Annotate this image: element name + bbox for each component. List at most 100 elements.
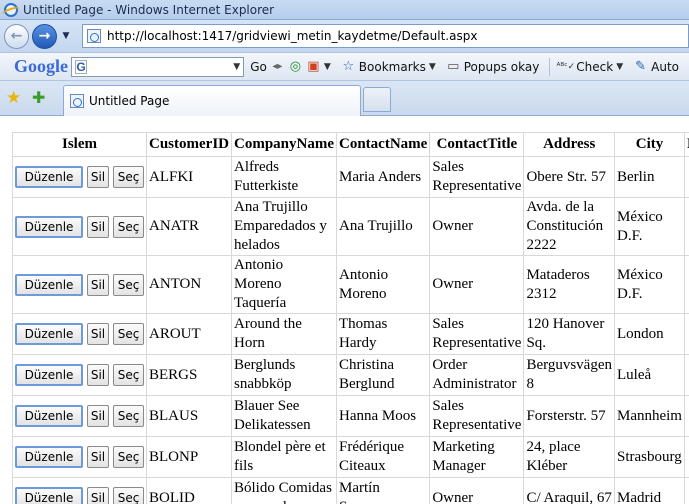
edit-button[interactable]: Düzenle [15,364,83,386]
address-bar[interactable]: http://localhost:1417/gridviewi_metin_ka… [82,24,689,48]
cell-customerid: ANTON [146,255,232,314]
go-label: Go [250,59,267,74]
google-logo-text: Google [14,56,68,76]
header-islem: Islem [12,132,147,157]
select-button[interactable]: Seç [113,405,144,427]
edit-button[interactable]: Düzenle [15,405,83,427]
delete-button[interactable]: Sil [87,446,109,468]
cell-address: 120 Hanover Sq. [523,313,615,355]
delete-button[interactable]: Sil [87,273,109,296]
table-row: DüzenleSilSeçBOLIDBólido Comidas prepara… [12,477,689,504]
select-button[interactable]: Seç [113,487,144,504]
tab-untitled-page[interactable]: Untitled Page [63,85,361,116]
address-url[interactable]: http://localhost:1417/gridviewi_metin_ka… [107,29,477,43]
edit-button[interactable]: Düzenle [15,323,83,345]
cell-contacttitle: Owner [429,255,525,314]
spellcheck-button[interactable]: ᴬᴮᶜ✓ Check ▼ [556,59,624,74]
table-row: Düzenle Sil Seç BLONP Blondel père et fils Fr… [12,436,689,478]
popups-button[interactable]: ▭ Popups okay [446,59,539,74]
arrow-icon: ◂▸ [272,61,283,72]
delete-button[interactable]: Sil [87,405,109,427]
autofill-button[interactable]: ✎ Auto [633,59,679,74]
command-cell: Düzenle Sil Seç [12,354,147,396]
pagerank-icon[interactable]: ◎ [288,59,303,74]
cell-contactname: Ana Trujillo [335,197,431,256]
cell-customerid: BERGS [146,354,232,396]
cell-city: London [613,313,685,355]
command-cell: Düzenle Sil Seç [12,156,147,198]
cell-city: Luleå [613,354,685,396]
cell-address: 24, place Kléber [523,436,615,478]
cell-contacttitle: Order Administrator [429,354,525,396]
delete-button[interactable]: Sil [87,487,109,504]
cell-customerid: ANATR [146,197,232,256]
bookmarks-button[interactable]: ☆ Bookmarks ▼ [341,59,435,74]
chevron-down-icon[interactable]: ▼ [324,62,331,72]
cell-address: Forsterstr. 57 [523,395,615,437]
cell-contacttitle: Sales Representative [429,156,525,198]
delete-button[interactable]: Sil [87,323,109,345]
back-button[interactable]: ← [4,23,29,49]
cell-city: México D.F. [613,255,685,314]
google-logo[interactable]: Google [14,56,68,77]
new-tab-button[interactable] [363,87,391,112]
select-button[interactable]: Seç [113,273,144,296]
window-title: Untitled Page - Windows Internet Explore… [23,2,275,17]
header-address: Address [523,132,615,157]
google-search-input[interactable]: G ▼ [71,56,245,77]
cell-region [683,255,689,314]
select-button[interactable]: Seç [113,323,144,345]
select-button[interactable]: Seç [113,446,144,468]
recent-pages-dropdown[interactable]: ▼ [60,31,72,41]
delete-button[interactable]: Sil [87,215,109,238]
cell-companyname: Alfreds Futterkiste [231,156,337,198]
cell-contactname: Frédérique Citeaux [335,436,431,478]
forward-button[interactable]: → [32,23,57,49]
chevron-down-icon[interactable]: ▼ [233,62,240,72]
cell-address: Berguvsvägen 8 [523,354,615,396]
header-region: R [683,132,689,157]
select-button[interactable]: Seç [113,364,144,386]
delete-button[interactable]: Sil [87,364,109,386]
select-button[interactable]: Seç [113,166,144,188]
cell-companyname: Ana Trujillo Emparedados y helados [231,197,337,256]
cell-contacttitle: Sales Representative [429,313,525,355]
chevron-down-icon: ▼ [616,61,624,72]
table-row: Düzenle Sil Seç ANATR Ana Trujillo Emparedad… [12,197,689,256]
tab-title: Untitled Page [89,94,170,108]
cell-customerid: BLAUS [146,395,232,437]
customers-gridview: Islem CustomerID CompanyName ContactName… [12,132,689,504]
page-icon [87,29,101,43]
cell-address: C/ Araquil, 67 [523,477,615,504]
edit-button[interactable]: Düzenle [15,273,83,296]
command-cell: Düzenle Sil Seç [12,255,147,314]
cell-customerid: BLONP [146,436,232,478]
command-cell: Düzenle Sil Seç [12,436,147,478]
command-cell: Düzenle Sil Seç [12,477,147,504]
header-contactname: ContactName [335,132,431,157]
go-button[interactable]: Go ◂▸ ◎ ▣ ▼ [250,59,331,74]
command-cell: Düzenle Sil Seç [12,313,147,355]
table-row: Düzenle Sil Seç ANTON Antonio Moreno Taquerí… [12,255,689,314]
add-favorites-icon[interactable]: ✚ [32,88,45,107]
cell-address: Avda. de la Constitución 2222 [523,197,615,256]
cell-companyname: Around the Horn [231,313,337,355]
header-contacttitle: ContactTitle [429,132,525,157]
cell-region [683,197,689,256]
edit-button[interactable]: Düzenle [15,446,83,468]
select-button[interactable]: Seç [113,215,144,238]
edit-button[interactable]: Düzenle [15,215,83,238]
apps-icon[interactable]: ▣ [306,59,321,74]
delete-button[interactable]: Sil [87,166,109,188]
cell-city: Mannheim [613,395,685,437]
edit-button[interactable]: Düzenle [15,487,83,504]
cell-companyname: Blauer See Delikatessen [231,395,337,437]
cell-contactname: Thomas Hardy [335,313,431,355]
cell-city: Madrid [613,477,685,504]
edit-button[interactable]: Düzenle [15,166,83,188]
cell-city: Berlin [613,156,685,198]
favorites-star-icon[interactable]: ★ [6,88,21,108]
cell-contactname: Maria Anders [335,156,431,198]
cell-customerid: ALFKI [146,156,232,198]
navigation-bar: ← → ▼ http://localhost:1417/gridviewi_me… [0,20,689,52]
